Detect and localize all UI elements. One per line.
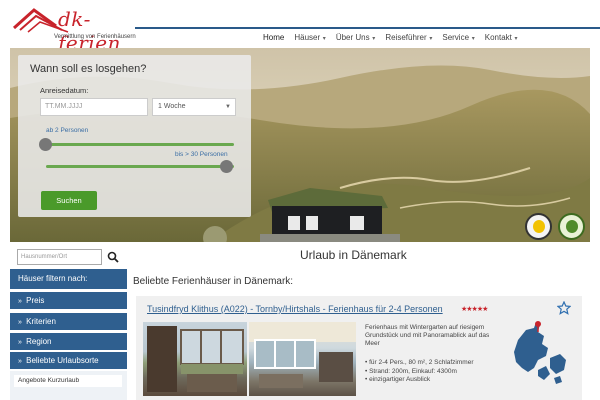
max-persons-slider-track[interactable] xyxy=(46,165,234,168)
feature-item: einzigartiger Ausblick xyxy=(365,376,505,385)
logo-tagline: Vermittlung von Ferienhäusern xyxy=(54,34,136,40)
min-persons-slider-handle[interactable] xyxy=(39,138,52,151)
min-persons-label: ab 2 Personen xyxy=(46,127,89,134)
sidebar-item-label: Region xyxy=(26,337,52,346)
interior-photo-illustration xyxy=(147,326,244,392)
header-divider xyxy=(135,27,600,29)
sidebar: Hausnummer/Ort Häuser filtern nach: » Pr… xyxy=(10,246,127,400)
chevron-right-icon: » xyxy=(18,358,22,365)
caret-down-icon: ▾ xyxy=(321,36,326,42)
sidebar-subitem-kurzurlaub[interactable]: Angebote Kurzurlaub xyxy=(14,375,122,387)
logo[interactable]: dk-ferien Vermittlung von Ferienhäusern xyxy=(12,4,136,55)
nav-kontakt[interactable]: Kontakt ▾ xyxy=(480,31,523,45)
arrival-date-label: Anreisedatum: xyxy=(40,86,89,95)
house-search-input[interactable]: Hausnummer/Ort xyxy=(17,249,102,265)
search-icon[interactable] xyxy=(107,251,119,263)
sidebar-item-region[interactable]: » Region xyxy=(10,332,127,350)
sidebar-submenu: Angebote Kurzurlaub xyxy=(10,371,127,400)
page: dk-ferien Vermittlung von Ferienhäusern … xyxy=(0,0,600,400)
caret-down-icon: ▾ xyxy=(512,36,518,42)
sidebar-item-preis[interactable]: » Preis xyxy=(10,291,127,309)
listing-title-link[interactable]: Tusindfryd Klithus (A022) - Tornby/Hirts… xyxy=(147,304,443,314)
nav-ueber-uns-label: Über Uns xyxy=(335,33,370,42)
nav-haeuser[interactable]: Häuser ▾ xyxy=(289,31,330,45)
listing-description: Ferienhaus mit Wintergarten auf riesigem… xyxy=(365,324,490,348)
caret-down-icon: ▾ xyxy=(470,36,475,42)
caret-down-icon: ▾ xyxy=(370,36,376,42)
nav-service-label: Service xyxy=(442,33,470,42)
page-title: Urlaub in Dänemark xyxy=(300,248,407,262)
sidebar-item-kriterien[interactable]: » Kriterien xyxy=(10,312,127,330)
filter-heading: Häuser filtern nach: xyxy=(10,269,127,289)
duration-select[interactable]: 1 Woche ▼ xyxy=(152,98,236,116)
chevron-right-icon: » xyxy=(18,339,22,346)
caret-down-icon: ▾ xyxy=(427,36,433,42)
listing-card: Tusindfryd Klithus (A022) - Tornby/Hirts… xyxy=(136,296,582,400)
sidebar-item-label: Beliebte Urlaubsorte xyxy=(26,356,99,365)
header: dk-ferien Vermittlung von Ferienhäusern … xyxy=(0,0,600,55)
nav-ueber-uns[interactable]: Über Uns ▾ xyxy=(331,31,380,45)
chevron-right-icon: » xyxy=(18,319,22,326)
trust-seal-icon[interactable] xyxy=(558,213,585,240)
main-nav: Home Häuser ▾ Über Uns ▾ Reiseführer ▾ S… xyxy=(258,31,523,45)
min-persons-slider-track[interactable] xyxy=(46,143,234,146)
nav-kontakt-label: Kontakt xyxy=(484,33,512,42)
feature-item: Strand: 200m, Einkauf: 4300m xyxy=(365,368,505,377)
chevron-down-icon: ▼ xyxy=(225,104,231,110)
listing-features: für 2-4 Pers., 80 m², 2 Schlafzimmer Str… xyxy=(365,359,505,385)
search-button[interactable]: Suchen xyxy=(41,191,97,210)
feature-item: für 2-4 Pers., 80 m², 2 Schlafzimmer xyxy=(365,359,505,368)
chevron-right-icon: » xyxy=(18,298,22,305)
nav-home[interactable]: Home xyxy=(258,31,289,45)
listing-photo-1[interactable] xyxy=(143,322,247,396)
sidebar-item-beliebte-urlaubsorte[interactable]: » Beliebte Urlaubsorte xyxy=(10,351,127,369)
nav-reisefuehrer-label: Reiseführer xyxy=(385,33,427,42)
favorite-star-icon[interactable] xyxy=(557,301,571,315)
nav-service[interactable]: Service ▾ xyxy=(437,31,479,45)
nav-haeuser-label: Häuser xyxy=(294,33,321,42)
nav-reisefuehrer[interactable]: Reiseführer ▾ xyxy=(380,31,437,45)
nav-home-label: Home xyxy=(263,33,285,42)
max-persons-label: bis > 30 Personen xyxy=(175,151,228,158)
sidebar-item-label: Preis xyxy=(26,296,45,305)
sidebar-item-label: Kriterien xyxy=(26,317,56,326)
max-persons-slider-handle[interactable] xyxy=(220,160,233,173)
living-room-photo-illustration xyxy=(249,322,356,388)
section-title: Beliebte Ferienhäuser in Dänemark: xyxy=(133,276,294,287)
ekomi-seal-icon[interactable] xyxy=(525,213,552,240)
duration-value: 1 Woche xyxy=(158,103,186,110)
denmark-map-icon xyxy=(514,321,566,384)
search-panel: Wann soll es losgehen? Anreisedatum: TT.… xyxy=(18,55,251,217)
search-title: Wann soll es losgehen? xyxy=(30,63,147,75)
listing-photo-2[interactable] xyxy=(249,322,356,396)
arrival-date-input[interactable]: TT.MM.JJJJ xyxy=(40,98,148,116)
rating-stars: ★★★★★ xyxy=(461,306,488,313)
